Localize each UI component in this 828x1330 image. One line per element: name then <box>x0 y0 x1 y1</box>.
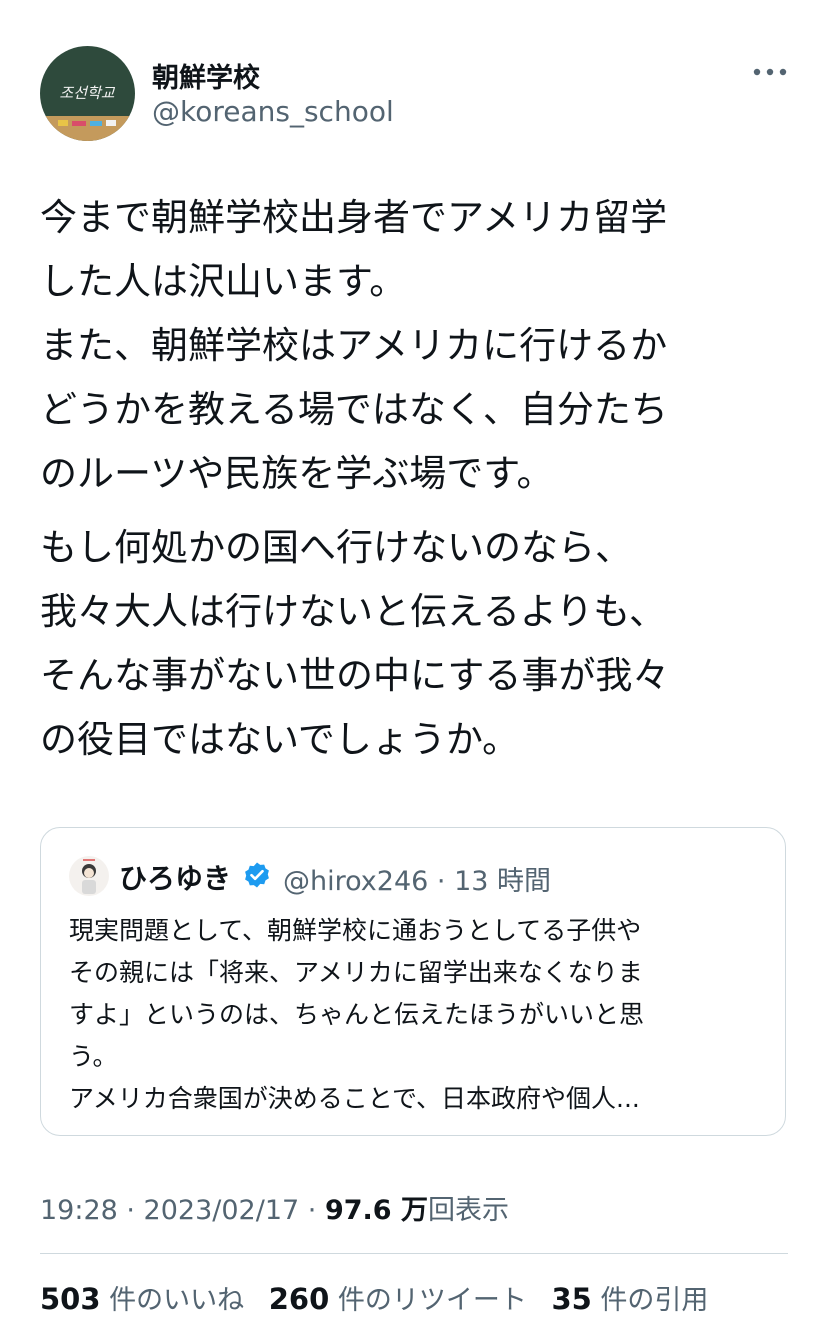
retweets-count: 260 <box>268 1282 330 1316</box>
quotes-label: 件の引用 <box>591 1285 709 1316</box>
likes-stat[interactable]: 503 件のいいね <box>40 1278 244 1317</box>
tweet-text: 今まで朝鮮学校出身者でアメリカ留学 した人は沢山います。 また、朝鮮学校はアメリ… <box>40 186 788 772</box>
more-icon <box>753 68 787 76</box>
tweet-line: 今まで朝鮮学校出身者でアメリカ留学 <box>40 196 668 239</box>
author-avatar[interactable]: 조선학교 <box>40 46 135 141</box>
tweet-meta: 19:28 · 2023/02/17 · 97.6 万回表示 <box>40 1188 509 1227</box>
tweet-line: どうかを教える場ではなく、自分たち <box>40 388 668 431</box>
tweet-header: 조선학교 朝鮮学校 @koreans_school <box>40 46 788 142</box>
quoted-author-name: ひろゆき <box>119 862 232 895</box>
verified-badge-icon <box>243 861 271 889</box>
tweet-line: 我々大人は行けないと伝えるよりも、 <box>40 590 667 633</box>
quoted-line: その親には「将来、アメリカに留学出来なくなりま <box>69 958 643 987</box>
quoted-tweet-card[interactable]: ひろゆき @hirox246 · 13 時間 現実問題として、朝鮮学校に通おうと… <box>40 827 786 1136</box>
quoted-line: すよ」というのは、ちゃんと伝えたほうがいいと思 <box>69 1000 645 1029</box>
view-count-label: 回表示 <box>427 1195 509 1226</box>
engagement-stats: 503 件のいいね 260 件のリツイート 35 件の引用 <box>40 1278 724 1317</box>
author-handle[interactable]: @koreans_school <box>152 95 394 128</box>
quoted-line: 現実問題として、朝鮮学校に通おうとしてる子供や <box>69 916 642 945</box>
tweet-paragraph: 今まで朝鮮学校出身者でアメリカ留学 した人は沢山います。 また、朝鮮学校はアメリ… <box>40 186 788 506</box>
tweet-line: また、朝鮮学校はアメリカに行けるか <box>40 324 668 367</box>
quotes-count: 35 <box>551 1282 592 1316</box>
quoted-line: う。 <box>69 1042 118 1071</box>
quoted-author-handle-time: @hirox246 · 13 時間 <box>283 866 552 897</box>
tweet-line: の役目ではないでしょうか。 <box>40 718 520 761</box>
quoted-line: アメリカ合衆国が決めることで、日本政府や個人... <box>69 1084 640 1113</box>
retweets-label: 件のリツイート <box>329 1285 527 1316</box>
tweet-line: した人は沢山います。 <box>40 260 407 303</box>
quoted-tweet-text: 現実問題として、朝鮮学校に通おうとしてる子供や その親には「将来、アメリカに留学… <box>69 910 759 1120</box>
tweet-paragraph: もし何処かの国へ行けないのなら、 我々大人は行けないと伝えるよりも、 そんな事が… <box>40 516 788 772</box>
tweet-line: そんな事がない世の中にする事が我々 <box>40 654 670 697</box>
retweets-stat[interactable]: 260 件のリツイート <box>269 1278 527 1317</box>
quoted-author-avatar <box>69 856 109 896</box>
divider <box>40 1253 788 1254</box>
view-count[interactable]: 97.6 万 <box>325 1195 428 1226</box>
quotes-stat[interactable]: 35 件の引用 <box>551 1278 708 1317</box>
tweet-timestamp[interactable]: 19:28 · 2023/02/17 · <box>40 1195 325 1226</box>
avatar-logo-text: 조선학교 <box>59 84 115 102</box>
more-options-button[interactable] <box>752 64 788 78</box>
tweet-line: のルーツや民族を学ぶ場です。 <box>40 452 554 495</box>
author-display-name[interactable]: 朝鮮学校 <box>152 56 260 95</box>
likes-count: 503 <box>40 1282 101 1316</box>
likes-label: 件のいいね <box>100 1285 245 1316</box>
tweet-line: もし何処かの国へ行けないのなら、 <box>40 526 632 569</box>
